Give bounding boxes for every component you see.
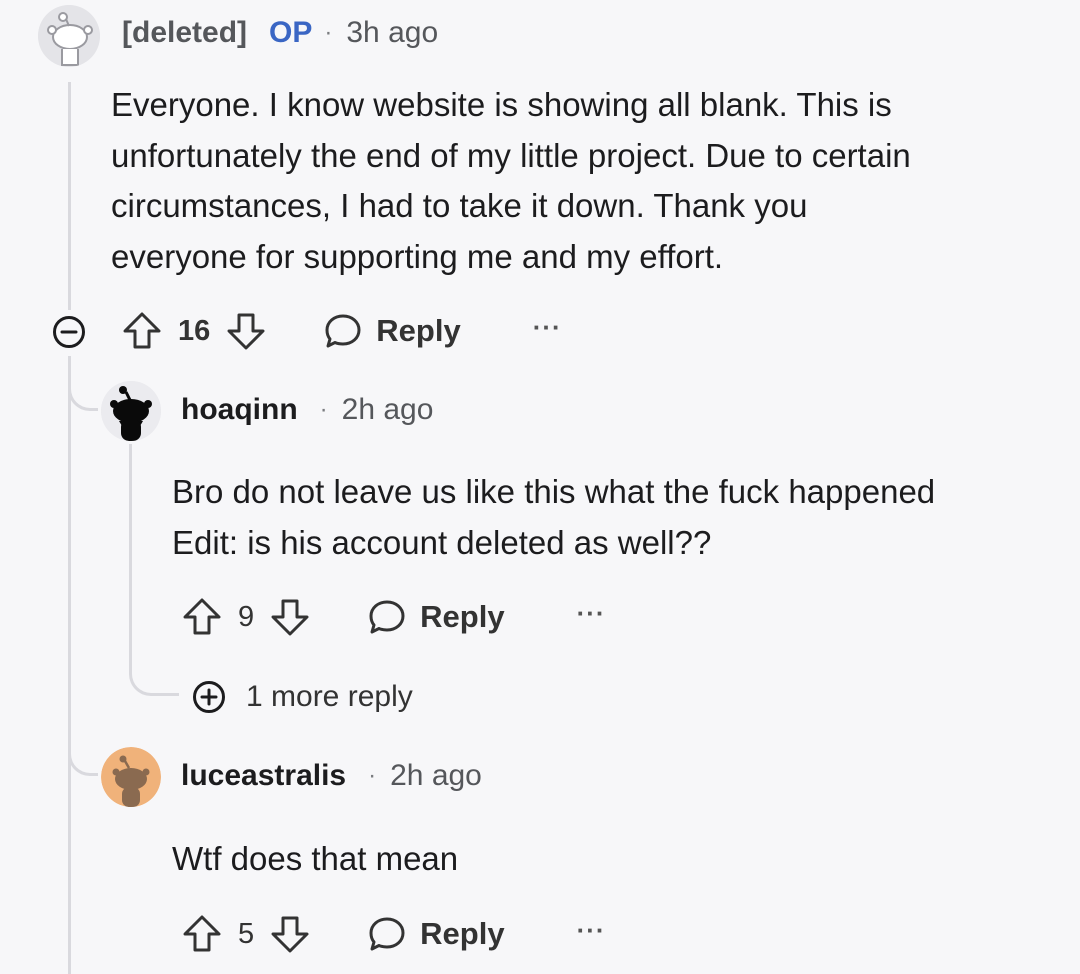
comment-line: Bro do not leave us like this what the f… <box>172 473 936 510</box>
downvote-icon[interactable] <box>268 595 312 639</box>
expand-plus-icon <box>192 680 226 714</box>
thread-connector-luceastralis <box>68 720 98 776</box>
vote-count: 16 <box>178 314 211 347</box>
reply-label: Reply <box>420 916 505 951</box>
comment-line: everyone for supporting me and my effort… <box>111 237 724 275</box>
downvote-icon[interactable] <box>224 309 268 353</box>
comment-line: Wtf does that mean <box>172 840 459 877</box>
comment-line: unfortunately the end of my little proje… <box>111 136 911 174</box>
more-options-icon[interactable]: ··· <box>577 915 606 946</box>
author-name[interactable]: [deleted] <box>122 16 247 50</box>
comment-meta: [deleted] OP · 3h ago <box>122 16 438 50</box>
comment-body: Wtf does that mean <box>172 834 458 885</box>
meta-separator: · <box>319 396 328 423</box>
thread-line-hoaqinn[interactable] <box>129 444 132 664</box>
thread-line-root-lower[interactable] <box>68 356 71 974</box>
reply-bubble-icon <box>366 913 408 955</box>
more-replies-label: 1 more reply <box>246 680 413 713</box>
reply-label: Reply <box>420 599 505 634</box>
author-name[interactable]: luceastralis <box>181 759 346 793</box>
comment-actions: 9 Reply ··· <box>180 592 606 642</box>
downvote-icon[interactable] <box>268 912 312 956</box>
comment-timestamp: 3h ago <box>346 16 439 49</box>
comment-body: Everyone. I know website is showing all … <box>111 80 911 282</box>
thread-line-root[interactable] <box>68 82 71 310</box>
snoo-avatar-icon[interactable] <box>38 5 100 67</box>
more-options-icon[interactable]: ··· <box>533 312 562 343</box>
comment-timestamp: 2h ago <box>390 759 482 792</box>
collapse-icon[interactable] <box>52 315 86 349</box>
comment-actions: 16 Reply ··· <box>120 306 562 356</box>
comment-thread: [deleted] OP · 3h ago Everyone. I know w… <box>0 0 1080 974</box>
comment-timestamp: 2h ago <box>341 393 434 426</box>
snoo-avatar-icon[interactable] <box>101 381 161 441</box>
comment-line: Everyone. I know website is showing all … <box>111 86 892 123</box>
comment-line: circumstances, I had to take it down. Th… <box>111 187 808 224</box>
reply-bubble-icon <box>322 310 364 352</box>
more-options-icon[interactable]: ··· <box>577 598 606 629</box>
upvote-icon[interactable] <box>120 309 164 353</box>
comment-body: Bro do not leave us like this what the f… <box>172 467 935 568</box>
reply-button[interactable]: Reply <box>366 913 505 955</box>
snoo-avatar-icon[interactable] <box>101 747 161 807</box>
comment-line: Edit: is his account deleted as well?? <box>172 523 712 561</box>
meta-separator: · <box>368 762 377 789</box>
comment-meta: hoaqinn · 2h ago <box>181 393 433 427</box>
reply-button[interactable]: Reply <box>366 596 505 638</box>
upvote-icon[interactable] <box>180 912 224 956</box>
meta-separator: · <box>324 19 333 46</box>
reply-button[interactable]: Reply <box>322 310 461 352</box>
reply-bubble-icon <box>366 596 408 638</box>
more-replies-button[interactable]: 1 more reply <box>192 680 413 714</box>
thread-connector-hoaqinn <box>68 356 98 411</box>
upvote-icon[interactable] <box>180 595 224 639</box>
vote-count: 5 <box>238 917 255 950</box>
comment-meta: luceastralis · 2h ago <box>181 759 482 793</box>
op-badge: OP <box>269 16 313 49</box>
thread-connector-more-replies <box>129 640 179 696</box>
author-name[interactable]: hoaqinn <box>181 393 298 427</box>
comment-actions: 5 Reply ··· <box>180 909 606 959</box>
reply-label: Reply <box>376 313 461 348</box>
vote-count: 9 <box>238 600 255 633</box>
